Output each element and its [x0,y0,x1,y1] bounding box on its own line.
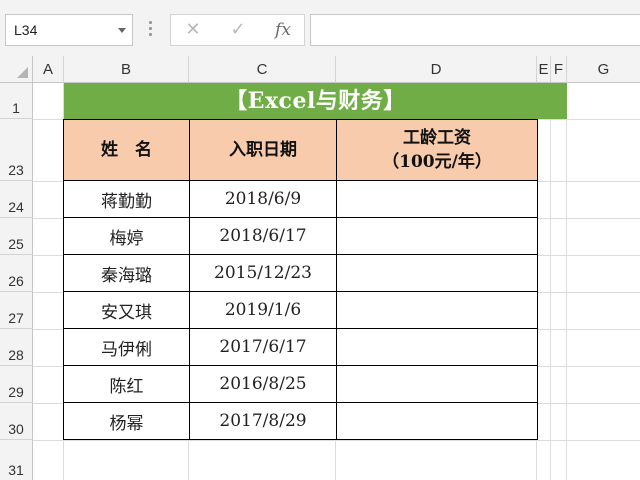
spreadsheet-grid: A B C D E F G 1 23 24 25 26 27 28 29 30 … [0,56,640,480]
cancel-icon[interactable]: ✕ [175,15,211,45]
row-number: 24 [8,199,24,215]
header-row: 姓 名 入职日期 工龄工资 （100元/年） [63,119,538,181]
table-row: 马伊俐 2017/6/17 [63,328,538,366]
check-icon[interactable]: ✓ [220,15,256,45]
row-header-26[interactable]: 26 [0,255,33,292]
name-box-value: L34 [14,22,38,38]
row-header-30[interactable]: 30 [0,403,33,440]
cell-hire-date[interactable]: 2015/12/23 [189,254,337,292]
select-all-button[interactable] [0,56,33,83]
cell-seniority-pay[interactable] [336,254,538,292]
sheet-title[interactable]: 【Excel与财务】 [64,83,567,119]
column-header-g[interactable]: G [567,56,640,83]
table-row: 陈红 2016/8/25 [63,365,538,403]
column-header-f[interactable]: F [551,56,567,83]
header-name[interactable]: 姓 名 [63,119,190,181]
header-hire-date[interactable]: 入职日期 [189,119,337,181]
column-header-a[interactable]: A [33,56,64,83]
cell-name[interactable]: 蒋勤勤 [63,180,190,218]
formula-input[interactable] [310,14,640,46]
cell-seniority-pay[interactable] [336,402,538,440]
cell-hire-date[interactable]: 2018/6/9 [189,180,337,218]
row-header-27[interactable]: 27 [0,292,33,329]
cell-seniority-pay[interactable] [336,291,538,329]
name-box[interactable]: L34 [5,14,133,46]
chevron-down-icon[interactable] [118,28,126,33]
header-seniority-pay-line2: （100元/年） [382,152,492,172]
row-number: 25 [8,236,24,252]
row-number: 23 [8,162,24,178]
grip-handle-icon[interactable] [149,21,153,39]
row-header-23[interactable]: 23 [0,119,33,181]
cell-hire-date[interactable]: 2017/6/17 [189,328,337,366]
cell-seniority-pay[interactable] [336,217,538,255]
table-row: 蒋勤勤 2018/6/9 [63,180,538,218]
cell-name[interactable]: 陈红 [63,365,190,403]
cell-hire-date[interactable]: 2017/8/29 [189,402,337,440]
column-header-b[interactable]: B [64,56,189,83]
formula-bar-area: L34 ✕ ✓ fx [0,0,640,56]
table-row: 秦海璐 2015/12/23 [63,254,538,292]
select-all-icon [17,67,28,78]
cell-name[interactable]: 秦海璐 [63,254,190,292]
table-row: 安又琪 2019/1/6 [63,291,538,329]
row-header-29[interactable]: 29 [0,366,33,403]
row-number: 28 [8,347,24,363]
cell-hire-date[interactable]: 2019/1/6 [189,291,337,329]
row-header-24[interactable]: 24 [0,181,33,218]
row-number: 29 [8,384,24,400]
column-header-c[interactable]: C [189,56,336,83]
insert-function-icon[interactable]: fx [265,15,301,45]
table-row: 杨幂 2017/8/29 [63,402,538,440]
cell-seniority-pay[interactable] [336,180,538,218]
gridline [33,440,640,441]
row-header-1[interactable]: 1 [0,83,33,119]
gridline [566,83,567,480]
row-header-25[interactable]: 25 [0,218,33,255]
cell-name[interactable]: 安又琪 [63,291,190,329]
header-seniority-pay-line1: 工龄工资 [403,128,471,148]
row-number: 30 [8,421,24,437]
cell-seniority-pay[interactable] [336,365,538,403]
cell-hire-date[interactable]: 2016/8/25 [189,365,337,403]
row-header-31[interactable]: 31 [0,440,33,480]
cell-seniority-pay[interactable] [336,328,538,366]
row-number: 27 [8,310,24,326]
column-header-e[interactable]: E [537,56,551,83]
cell-name[interactable]: 马伊俐 [63,328,190,366]
row-number: 31 [8,462,24,478]
table-row: 梅婷 2018/6/17 [63,217,538,255]
row-number: 1 [12,100,20,116]
row-number: 26 [8,273,24,289]
header-seniority-pay[interactable]: 工龄工资 （100元/年） [336,119,538,181]
data-table: 姓 名 入职日期 工龄工资 （100元/年） 蒋勤勤 2018/6/9 梅婷 2… [63,119,538,440]
cell-area[interactable]: 【Excel与财务】 姓 名 入职日期 工龄工资 （100元/年） 蒋勤勤 20… [33,83,640,480]
cell-hire-date[interactable]: 2018/6/17 [189,217,337,255]
row-header-28[interactable]: 28 [0,329,33,366]
cell-name[interactable]: 梅婷 [63,217,190,255]
cell-name[interactable]: 杨幂 [63,402,190,440]
formula-buttons: ✕ ✓ fx [170,14,305,46]
gridline [550,83,551,480]
column-header-d[interactable]: D [336,56,537,83]
